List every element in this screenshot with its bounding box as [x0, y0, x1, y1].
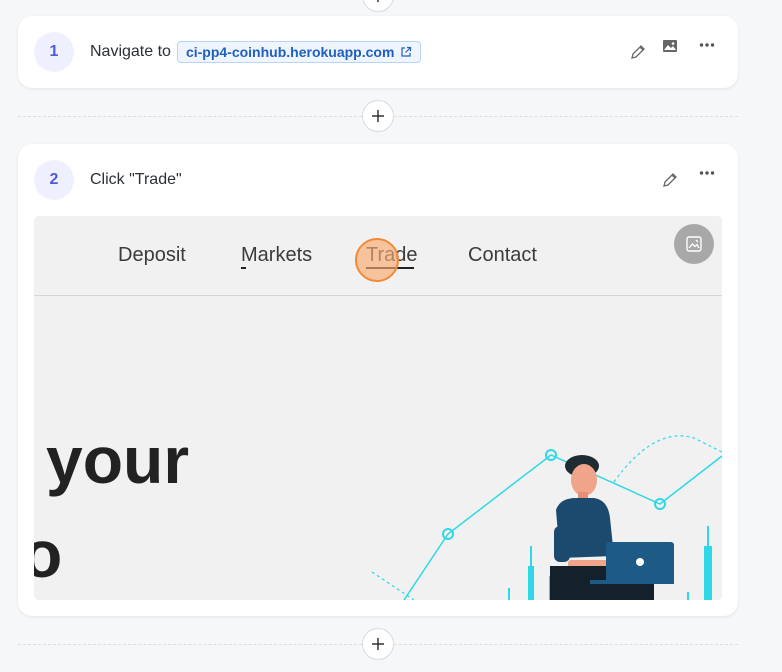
plus-icon: [372, 638, 384, 650]
step-description: Navigate to ci-pp4-coinhub.herokuapp.com: [90, 40, 422, 64]
more-options-button[interactable]: [697, 35, 717, 55]
step-number: 2: [34, 160, 74, 200]
url-link-chip[interactable]: ci-pp4-coinhub.herokuapp.com: [176, 41, 422, 63]
step-card-2: 2 Click "Trade" Deposit Markets Trade Co…: [18, 144, 738, 616]
external-link-icon: [401, 46, 412, 57]
step-screenshot[interactable]: Deposit Markets Trade Contact your o: [34, 216, 722, 600]
more-options-button[interactable]: [697, 163, 717, 183]
more-dots-icon: [699, 171, 715, 175]
add-step-button-top[interactable]: [362, 0, 394, 12]
add-step-button[interactable]: [362, 100, 394, 132]
hero-headline-line2: o: [34, 517, 63, 591]
step-card-1: 1 Navigate to ci-pp4-coinhub.herokuapp.c…: [18, 16, 738, 88]
step-description: Click "Trade": [90, 168, 182, 192]
trading-illustration: [371, 435, 722, 600]
edit-screenshot-button[interactable]: [674, 224, 714, 264]
plus-icon: [372, 110, 384, 122]
nav-markets: Markets: [241, 244, 313, 266]
plus-icon: [377, 0, 379, 2]
markets-underline: [241, 267, 246, 269]
image-icon: [663, 40, 677, 52]
nav-contact: Contact: [468, 244, 537, 266]
click-position-marker: [355, 238, 399, 282]
pencil-icon: [663, 173, 677, 187]
step-action-text: Navigate to: [90, 43, 171, 60]
add-image-button[interactable]: [660, 36, 680, 56]
image-edit-icon: [686, 236, 702, 252]
edit-step-button[interactable]: [628, 42, 648, 62]
url-text: ci-pp4-coinhub.herokuapp.com: [185, 44, 395, 60]
step-action-text: Click "Trade": [90, 171, 182, 188]
person-with-laptop: [550, 455, 674, 600]
pencil-icon: [631, 45, 645, 59]
hero-headline-line1: your: [46, 423, 190, 497]
more-dots-icon: [699, 43, 715, 47]
edit-step-button[interactable]: [660, 170, 680, 190]
nav-deposit: Deposit: [118, 244, 186, 266]
add-step-button[interactable]: [362, 628, 394, 660]
step-number: 1: [34, 32, 74, 72]
